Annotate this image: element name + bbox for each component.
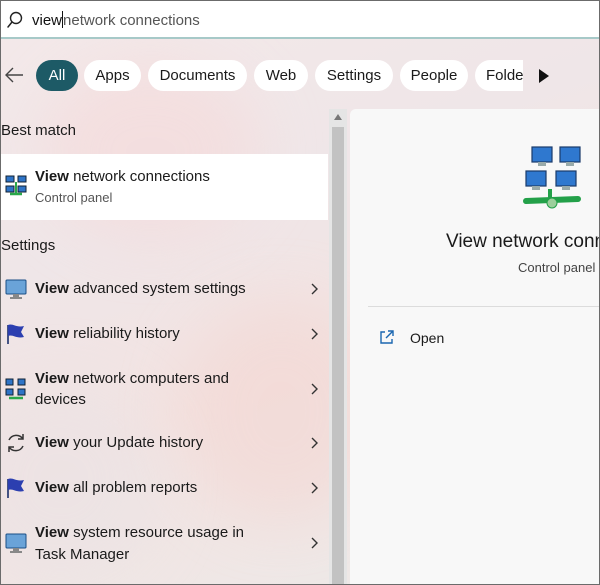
settings-item-reliability-history[interactable]: View reliability history bbox=[1, 312, 328, 356]
chevron-right-icon bbox=[311, 283, 318, 295]
settings-item-label-bold: View bbox=[35, 479, 69, 496]
open-action-label: Open bbox=[410, 330, 445, 346]
network-connections-icon bbox=[523, 146, 581, 209]
best-match-title-bold: View bbox=[35, 168, 69, 185]
settings-item-update-history[interactable]: View your Update history bbox=[1, 421, 328, 465]
scrollbar-thumb[interactable] bbox=[332, 127, 344, 584]
chevron-right-icon bbox=[311, 537, 318, 549]
search-suggestion-text: network connections bbox=[63, 12, 200, 29]
network-connections-icon bbox=[5, 175, 27, 196]
best-match-subtitle: Control panel bbox=[35, 190, 113, 205]
results-list: Best match View network connections Cont… bbox=[1, 109, 328, 584]
scroll-up-icon[interactable] bbox=[333, 113, 343, 121]
filter-tab-all[interactable]: All bbox=[36, 60, 78, 91]
settings-item-label: View network computers and bbox=[35, 368, 229, 389]
filter-tab-apps[interactable]: Apps bbox=[84, 60, 141, 91]
results-scrollbar[interactable] bbox=[329, 109, 347, 584]
settings-item-label-line2: devices bbox=[35, 391, 86, 408]
settings-item-label-rest: network computers and bbox=[68, 370, 229, 387]
preview-divider bbox=[368, 306, 599, 307]
open-action[interactable]: Open bbox=[378, 327, 498, 351]
settings-item-label-rest: all problem reports bbox=[68, 479, 198, 496]
chevron-right-icon bbox=[311, 328, 318, 340]
search-input[interactable]: viewnetwork connections bbox=[32, 11, 200, 29]
settings-item-label-rest: system resource usage in bbox=[68, 524, 244, 541]
refresh-icon bbox=[8, 434, 24, 452]
settings-item-problem-reports[interactable]: View all problem reports bbox=[1, 466, 328, 510]
settings-item-label-rest: advanced system settings bbox=[68, 280, 246, 297]
best-match-title: View network connections bbox=[35, 166, 210, 187]
settings-item-label-rest: your Update history bbox=[68, 434, 204, 451]
settings-item-label: View advanced system settings bbox=[35, 278, 246, 299]
settings-item-label-bold: View bbox=[35, 280, 69, 297]
scroll-right-icon[interactable] bbox=[537, 68, 551, 84]
open-external-icon bbox=[380, 330, 394, 344]
flag-icon bbox=[7, 478, 24, 498]
settings-item-label: View all problem reports bbox=[35, 477, 197, 498]
filter-tab-people[interactable]: People bbox=[400, 60, 468, 91]
preview-subtitle: Control panel bbox=[518, 260, 596, 275]
settings-item-advanced-system-settings[interactable]: View advanced system settings bbox=[1, 267, 328, 311]
settings-item-label-bold: View bbox=[35, 524, 69, 541]
filter-tab-settings[interactable]: Settings bbox=[315, 60, 393, 91]
search-icon bbox=[7, 11, 23, 28]
settings-item-label-bold: View bbox=[35, 370, 69, 387]
settings-item-resource-usage[interactable]: View system resource usage in Task Manag… bbox=[1, 512, 328, 574]
settings-item-label: View your Update history bbox=[35, 432, 203, 453]
settings-heading: Settings bbox=[1, 237, 56, 254]
settings-item-label-rest: reliability history bbox=[68, 325, 180, 342]
best-match-item[interactable]: View network connections Control panel bbox=[1, 154, 328, 220]
preview-pane: View network connections Control panel O… bbox=[350, 109, 599, 584]
chevron-right-icon bbox=[311, 383, 318, 395]
settings-item-label-line2: Task Manager bbox=[35, 546, 130, 563]
network-computers-icon bbox=[5, 378, 26, 400]
monitor-icon bbox=[5, 279, 27, 299]
filter-tab-documents[interactable]: Documents bbox=[148, 60, 247, 91]
filter-tab-web[interactable]: Web bbox=[254, 60, 308, 91]
search-bar[interactable]: viewnetwork connections bbox=[1, 1, 599, 39]
settings-item-label-bold: View bbox=[35, 325, 69, 342]
chevron-right-icon bbox=[311, 482, 318, 494]
settings-item-label-bold: View bbox=[35, 434, 69, 451]
preview-title: View network connections bbox=[446, 231, 599, 252]
settings-item-label: View reliability history bbox=[35, 323, 180, 344]
settings-item-network-computers[interactable]: View network computers and devices bbox=[1, 358, 328, 420]
flag-icon bbox=[7, 324, 24, 344]
best-match-heading: Best match bbox=[1, 122, 77, 139]
search-window: viewnetwork connections All Apps Documen… bbox=[0, 0, 600, 585]
settings-item-label: View system resource usage in bbox=[35, 522, 244, 543]
search-typed-text: view bbox=[32, 12, 63, 29]
filter-tab-folders[interactable]: Folde bbox=[475, 60, 523, 91]
back-arrow-icon[interactable] bbox=[3, 64, 25, 86]
best-match-title-rest: network connections bbox=[68, 168, 210, 185]
chevron-right-icon bbox=[311, 437, 318, 449]
monitor-icon bbox=[5, 533, 27, 553]
